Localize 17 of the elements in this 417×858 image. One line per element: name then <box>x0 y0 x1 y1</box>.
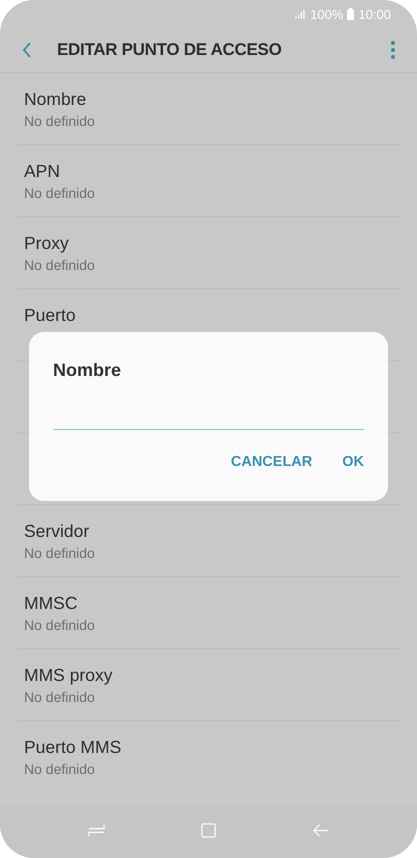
back-icon[interactable] <box>22 42 32 58</box>
home-icon[interactable] <box>200 822 217 838</box>
setting-item[interactable]: APN No definido <box>18 145 399 217</box>
screen-title: EDITAR PUNTO DE ACCESO <box>57 40 282 60</box>
dialog-button[interactable]: OK <box>342 454 364 470</box>
setting-item[interactable]: Puerto MMS No definido <box>18 721 399 793</box>
recent-apps-icon[interactable] <box>88 822 105 838</box>
battery-icon <box>347 8 354 20</box>
setting-item[interactable]: Proxy No definido <box>18 217 399 289</box>
dialog-title: Nombre <box>53 360 122 381</box>
dialog-button[interactable]: CANCELAR <box>230 454 312 470</box>
setting-item[interactable]: Nombre No definido <box>18 73 399 145</box>
setting-item[interactable]: Servidor No definido <box>18 505 399 577</box>
signal-icon <box>295 9 306 19</box>
more-options-icon[interactable] <box>391 41 395 59</box>
setting-item[interactable]: MMS proxy No definido <box>18 649 399 721</box>
setting-item[interactable]: MMSC No definido <box>18 577 399 649</box>
